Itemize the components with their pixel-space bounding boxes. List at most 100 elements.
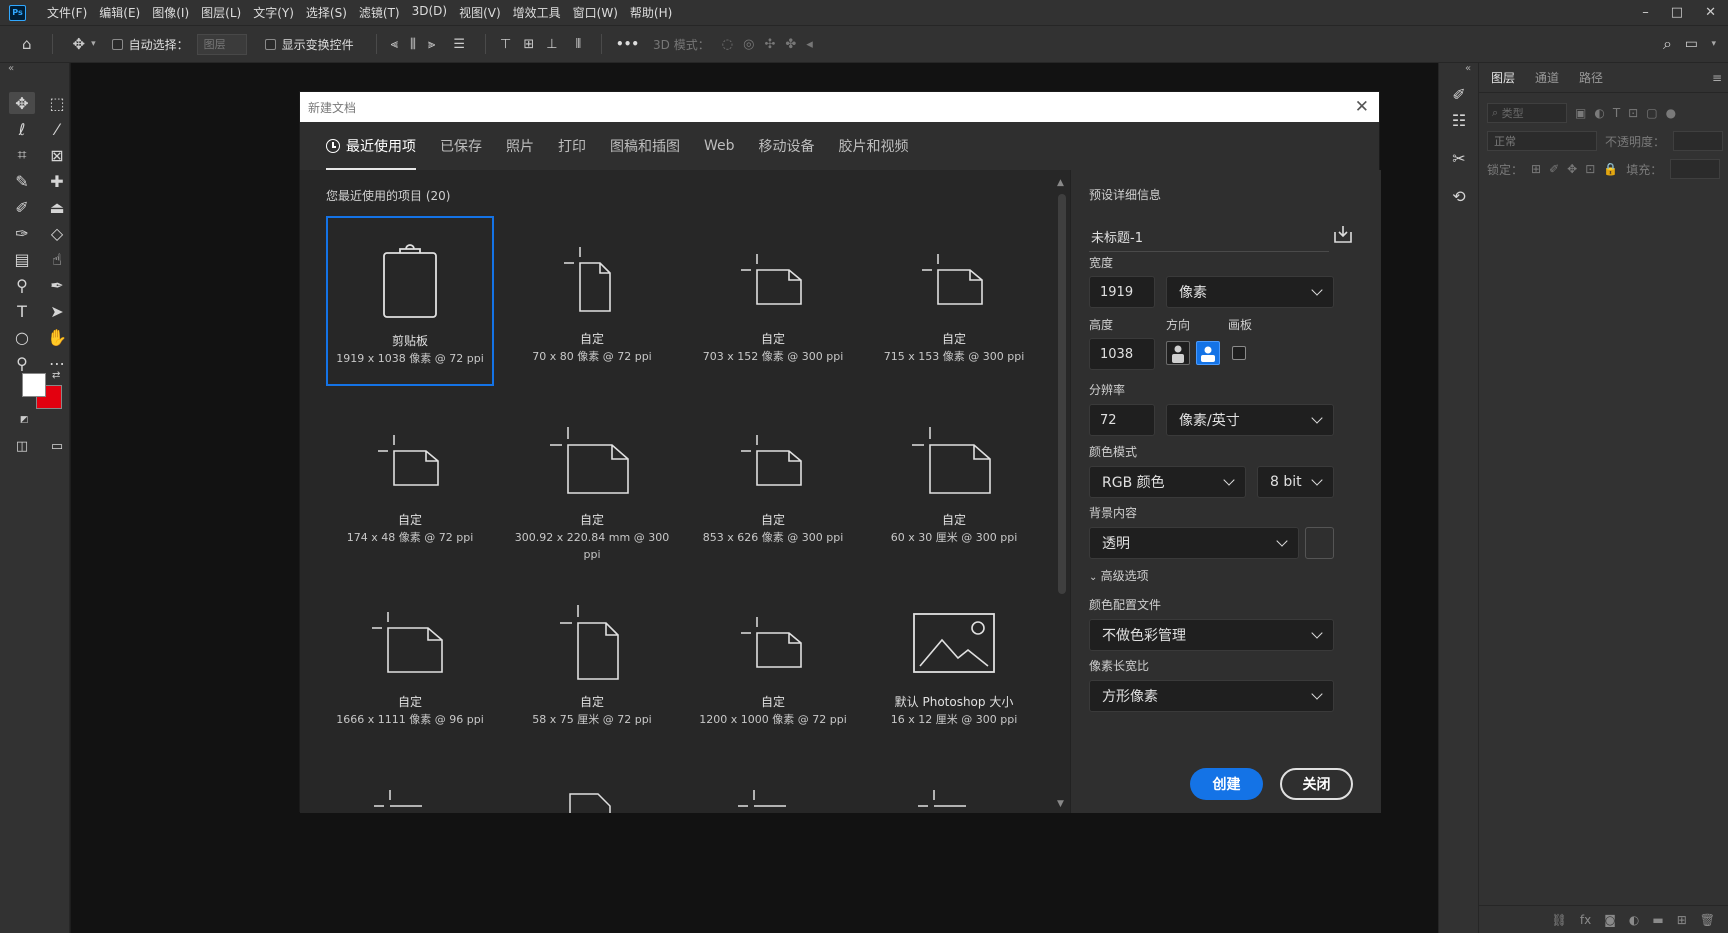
height-input[interactable]: 1038 [1089, 338, 1155, 370]
menu-layer[interactable]: 图层(L) [201, 4, 241, 21]
home-icon[interactable]: ⌂ [22, 35, 32, 53]
dodge-tool-icon[interactable]: ⚲ [9, 274, 35, 296]
path-select-icon[interactable]: ➤ [44, 300, 70, 322]
move-tool-icon[interactable]: ✥ [73, 35, 86, 53]
background-contents-dropdown[interactable]: 透明 [1089, 527, 1299, 559]
tab-web[interactable]: Web [704, 122, 735, 170]
history-icon[interactable]: ⟲ [1446, 185, 1472, 207]
blend-mode-dropdown[interactable]: 正常 [1487, 131, 1597, 151]
scroll-up-icon[interactable]: ▲ [1057, 178, 1064, 188]
menu-edit[interactable]: 编辑(E) [99, 4, 140, 21]
preset-card[interactable]: 自定 174 x 48 像素 @ 72 ppi [326, 397, 494, 567]
tool-presets-icon[interactable]: ✂ [1446, 147, 1472, 169]
lock-position-icon[interactable]: ✥ [1567, 162, 1577, 176]
preset-card-partial[interactable] [738, 790, 798, 813]
tab-photo[interactable]: 照片 [506, 122, 534, 170]
preset-card[interactable]: 自定 853 x 626 像素 @ 300 ppi [689, 397, 857, 567]
preset-card-partial[interactable] [568, 790, 628, 813]
close-button[interactable]: 关闭 [1280, 768, 1353, 800]
align-middle-icon[interactable]: ⊞ [523, 37, 534, 52]
3d-slide-icon[interactable]: ✤ [785, 37, 796, 52]
workspace-icon[interactable]: ▭ [1685, 36, 1698, 52]
lock-transparent-icon[interactable]: ⊞ [1531, 162, 1541, 176]
bit-depth-dropdown[interactable]: 8 bit [1257, 466, 1334, 498]
eyedropper-icon[interactable]: ✎ [9, 170, 35, 192]
scroll-down-icon[interactable]: ▼ [1057, 799, 1064, 809]
quick-mask-icon[interactable]: ◫ [9, 435, 35, 457]
advanced-options-toggle[interactable]: ⌄ 高级选项 [1089, 567, 1149, 584]
align-center-icon[interactable]: ⫼ [410, 37, 416, 52]
lock-image-icon[interactable]: ✐ [1549, 162, 1559, 176]
stamp-tool-icon[interactable]: ⏏ [44, 196, 70, 218]
align-right-icon[interactable]: ⫸ [428, 37, 435, 52]
adjustment-layer-icon[interactable]: ◐ [1629, 913, 1639, 927]
auto-select-checkbox[interactable] [111, 38, 123, 50]
3d-roll-icon[interactable]: ◎ [743, 37, 754, 52]
filter-toggle-icon[interactable]: ● [1666, 106, 1676, 120]
collapse-icon[interactable]: « [1465, 63, 1471, 74]
preset-card-partial[interactable] [918, 790, 978, 813]
preset-scrollbar[interactable]: ▲ ▼ [1056, 178, 1068, 813]
fx-icon[interactable]: fx [1580, 913, 1591, 927]
preset-card[interactable]: 默认 Photoshop 大小 16 x 12 厘米 @ 300 ppi [870, 579, 1038, 749]
align-left-icon[interactable]: ⫷ [391, 37, 398, 52]
preset-card[interactable]: 自定 58 x 75 厘米 @ 72 ppi [508, 579, 676, 749]
tab-art-illustration[interactable]: 图稿和插图 [610, 122, 680, 170]
distribute-vertical-icon[interactable]: ⫴ [576, 37, 581, 52]
pixel-aspect-dropdown[interactable]: 方形像素 [1089, 680, 1334, 712]
menu-filter[interactable]: 滤镜(T) [359, 4, 400, 21]
preset-card[interactable]: 剪贴板 1919 x 1038 像素 @ 72 ppi [326, 216, 494, 386]
close-window-icon[interactable]: ✕ [1705, 5, 1716, 20]
document-name-input[interactable]: 未标题-1 [1089, 222, 1329, 252]
minimize-icon[interactable]: – [1642, 5, 1649, 20]
3d-orbit-icon[interactable]: ◌ [722, 37, 733, 52]
preset-card-partial[interactable] [374, 790, 434, 813]
default-colors-icon[interactable]: ◩ [20, 415, 29, 425]
tab-paths[interactable]: 路径 [1579, 69, 1603, 86]
crop-tool-icon[interactable]: ⌗ [9, 144, 35, 166]
preset-card[interactable]: 自定 715 x 153 像素 @ 300 ppi [870, 216, 1038, 386]
ellipse-tool-icon[interactable]: ○ [9, 326, 35, 348]
preset-card[interactable]: 自定 1666 x 1111 像素 @ 96 ppi [326, 579, 494, 749]
brush-settings-icon[interactable]: ✐ [1446, 83, 1472, 105]
swap-colors-icon[interactable]: ⇄ [52, 370, 60, 381]
tab-mobile[interactable]: 移动设备 [759, 122, 815, 170]
align-top-icon[interactable]: ⊤ [500, 37, 511, 52]
tab-layers[interactable]: 图层 [1491, 69, 1515, 86]
type-filter-icon[interactable]: T [1613, 106, 1620, 120]
tab-print[interactable]: 打印 [558, 122, 586, 170]
foreground-color-swatch[interactable] [22, 373, 46, 397]
history-brush-icon[interactable]: ✑ [9, 222, 35, 244]
scroll-thumb[interactable] [1058, 194, 1066, 594]
close-icon[interactable]: ✕ [1355, 97, 1369, 117]
search-icon[interactable]: ⌕ [1663, 34, 1672, 54]
width-input[interactable]: 1919 [1089, 276, 1155, 308]
adjustment-filter-icon[interactable]: ◐ [1594, 106, 1604, 120]
brush-tool-icon[interactable]: ✐ [9, 196, 35, 218]
chevron-down-icon[interactable]: ▾ [91, 39, 96, 49]
opacity-input[interactable] [1673, 131, 1724, 151]
screen-mode-icon[interactable]: ▭ [44, 435, 70, 457]
tab-channels[interactable]: 通道 [1535, 69, 1559, 86]
preset-card[interactable]: 自定 1200 x 1000 像素 @ 72 ppi [689, 579, 857, 749]
menu-3d[interactable]: 3D(D) [412, 4, 447, 21]
align-bottom-icon[interactable]: ⊥ [546, 37, 557, 52]
color-mode-dropdown[interactable]: RGB 颜色 [1089, 466, 1246, 498]
resolution-input[interactable]: 72 [1089, 404, 1155, 436]
mask-icon[interactable]: ◙ [1604, 913, 1616, 927]
artboard-checkbox[interactable] [1232, 346, 1246, 360]
3d-scale-icon[interactable]: ◂ [806, 37, 813, 52]
3d-pan-icon[interactable]: ✣ [764, 37, 775, 52]
menu-view[interactable]: 视图(V) [459, 4, 501, 21]
auto-select-target-dropdown[interactable]: 图层 [196, 33, 247, 55]
lock-artboard-icon[interactable]: ⊡ [1585, 162, 1595, 176]
magic-wand-icon[interactable]: ⁄ [44, 118, 70, 140]
save-preset-icon[interactable] [1333, 224, 1353, 247]
tab-film-video[interactable]: 胶片和视频 [839, 122, 909, 170]
width-unit-dropdown[interactable]: 像素 [1166, 276, 1334, 308]
preset-card[interactable]: 自定 703 x 152 像素 @ 300 ppi [689, 216, 857, 386]
menu-help[interactable]: 帮助(H) [630, 4, 672, 21]
background-color-swatch[interactable] [1305, 527, 1334, 559]
menu-select[interactable]: 选择(S) [306, 4, 347, 21]
distribute-icon[interactable]: ☰ [453, 37, 465, 52]
